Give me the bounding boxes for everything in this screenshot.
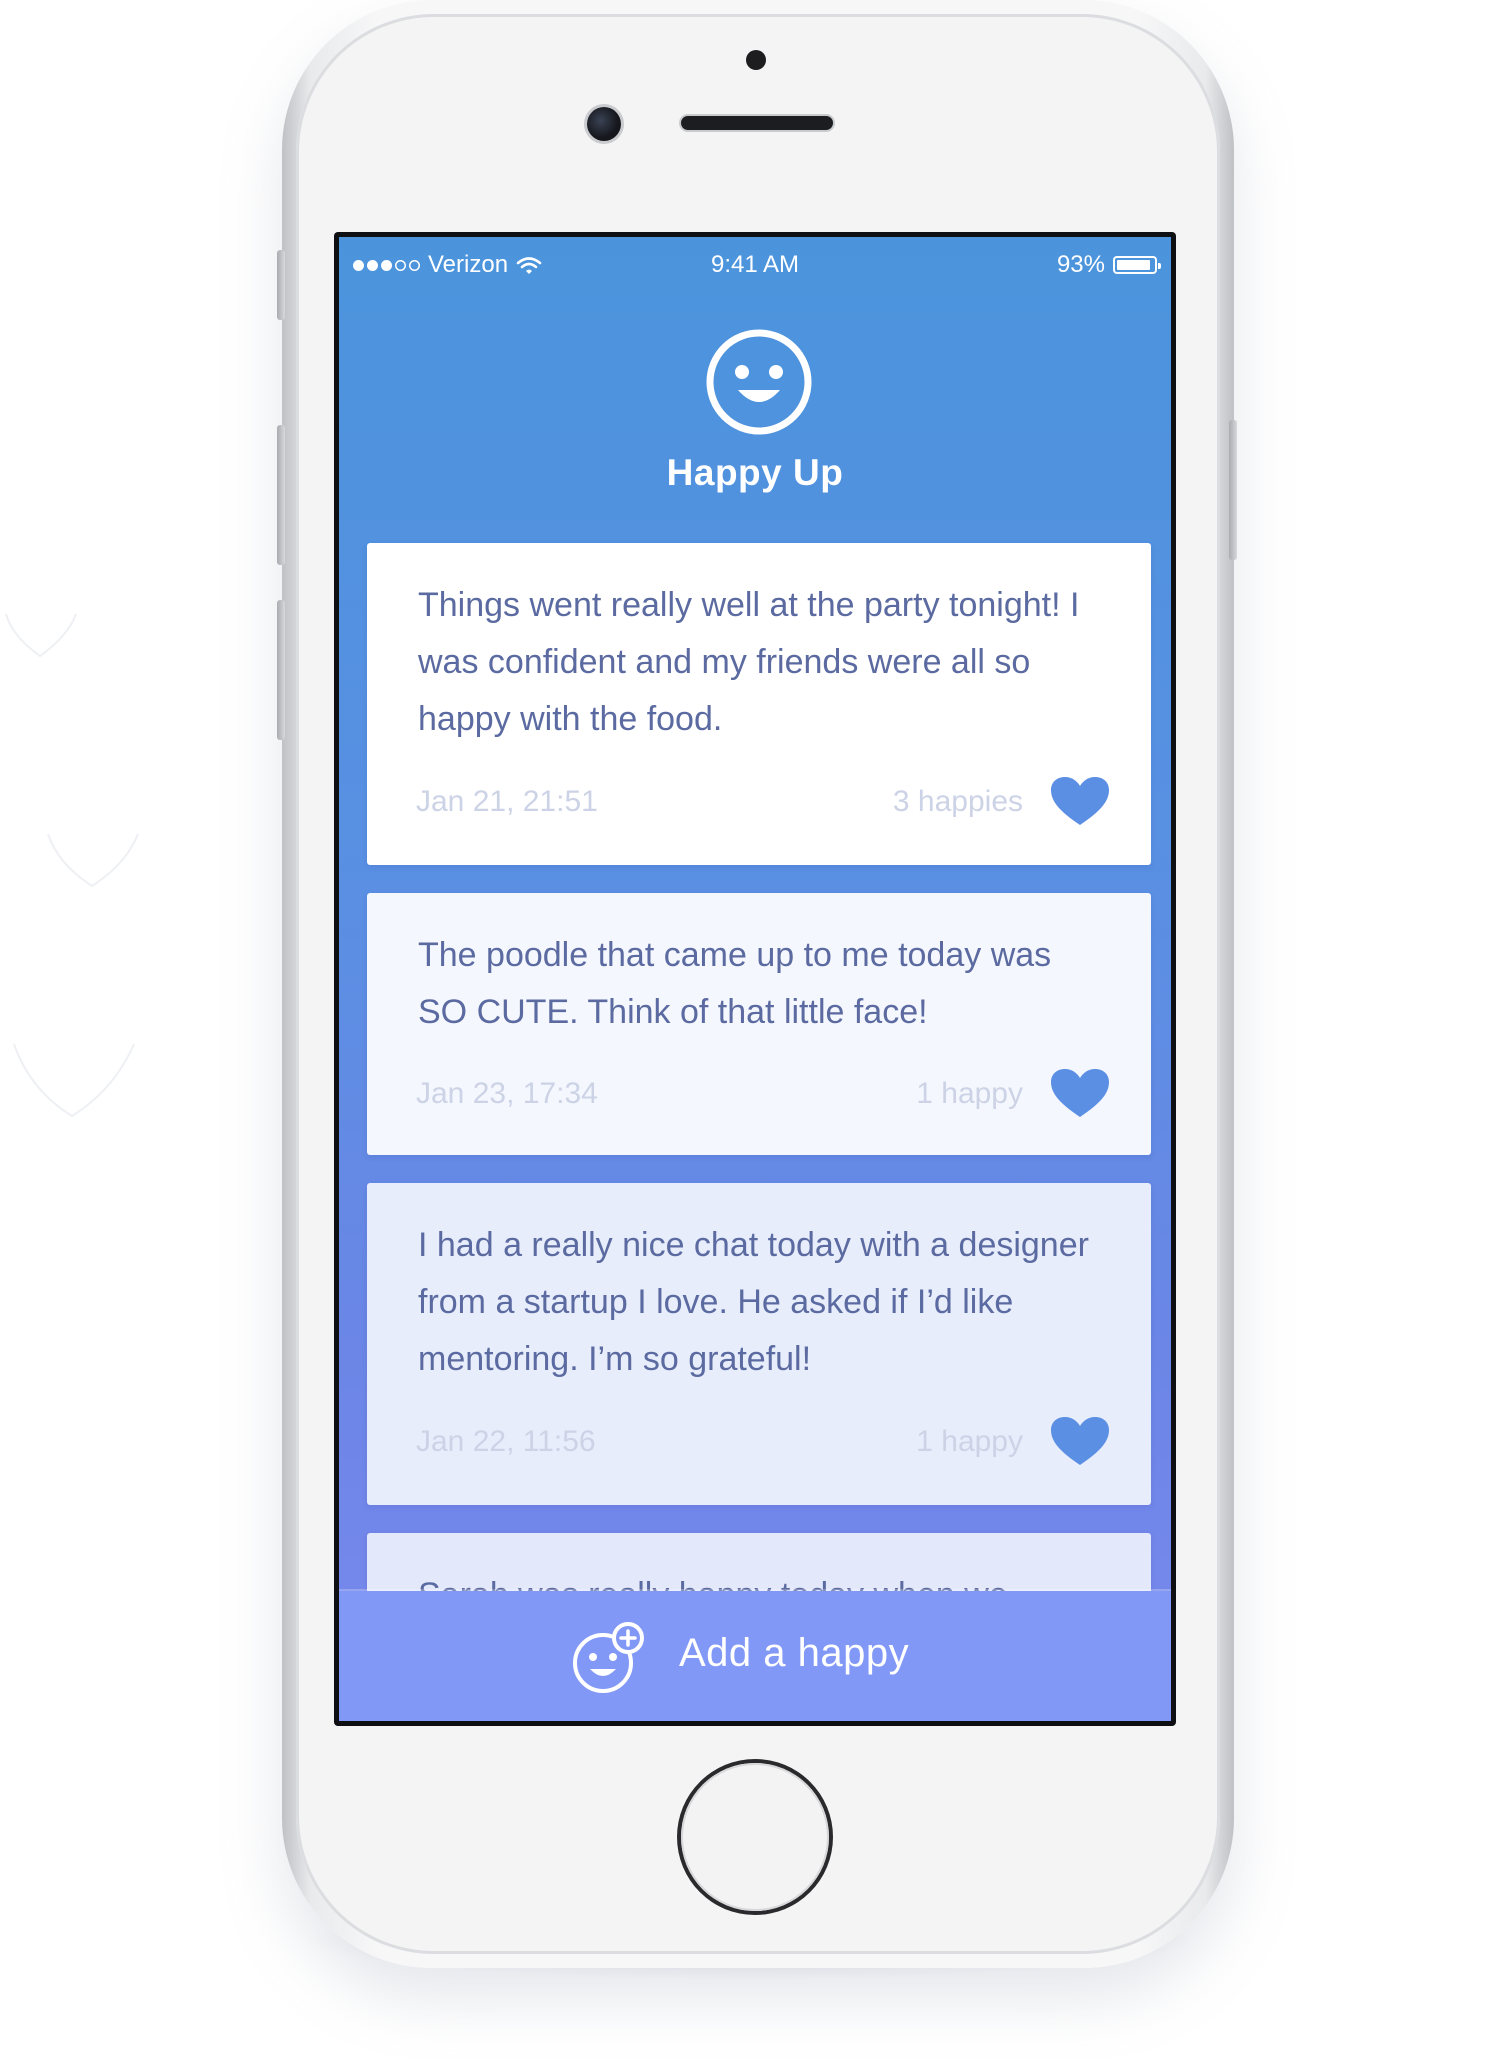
app-screen: Verizon 9:41 AM 93% Happy Up Things went… <box>339 237 1171 1721</box>
volume-down-button <box>277 600 285 740</box>
happy-card[interactable]: The poodle that came up to me today was … <box>367 893 1151 1155</box>
happy-card[interactable]: I had a really nice chat today with a de… <box>367 1183 1151 1505</box>
add-smiley-icon <box>571 1621 647 1695</box>
happy-card-text: Things went really well at the party ton… <box>418 586 1080 738</box>
happy-card[interactable]: Things went really well at the party ton… <box>367 543 1151 865</box>
happy-card-count: 1 happy <box>916 1077 1023 1110</box>
add-happy-button[interactable]: Add a happy <box>339 1591 1171 1721</box>
phone-screen: Verizon 9:41 AM 93% Happy Up Things went… <box>334 232 1176 1726</box>
happy-card-date: Jan 22, 11:56 <box>416 1425 596 1458</box>
background-heart-icon <box>10 1040 140 1120</box>
front-camera <box>587 107 621 141</box>
happy-card-date: Jan 21, 21:51 <box>416 785 598 818</box>
happy-card-date: Jan 23, 17:34 <box>416 1077 598 1110</box>
happy-card-text: I had a really nice chat today with a de… <box>418 1226 1089 1378</box>
app-title: Happy Up <box>666 452 844 493</box>
proximity-sensor <box>746 50 766 70</box>
happy-card-count: 1 happy <box>916 1425 1023 1458</box>
status-right: 93% <box>1056 251 1161 279</box>
background-heart-icon <box>2 610 82 660</box>
product-mockup: Verizon 9:41 AM 93% Happy Up Things went… <box>0 0 1503 2058</box>
heart-icon[interactable] <box>1049 775 1111 827</box>
status-bar: Verizon 9:41 AM 93% <box>339 237 1171 293</box>
earpiece-speaker <box>681 116 833 130</box>
volume-up-button <box>277 425 285 565</box>
battery-icon <box>1113 256 1161 274</box>
add-happy-label: Add a happy <box>679 1631 910 1675</box>
home-button[interactable] <box>681 1763 829 1911</box>
background-heart-icon <box>44 830 144 890</box>
heart-icon[interactable] <box>1049 1415 1111 1467</box>
mute-switch <box>277 250 285 320</box>
power-button <box>1229 420 1237 560</box>
status-time: 9:41 AM <box>710 251 800 278</box>
smiley-face-icon <box>705 328 813 436</box>
happy-card-text: The poodle that came up to me today was … <box>418 936 1052 1031</box>
heart-icon[interactable] <box>1049 1067 1111 1119</box>
happy-card-count: 3 happies <box>892 785 1023 818</box>
battery-percentage: 93% <box>1056 251 1105 278</box>
